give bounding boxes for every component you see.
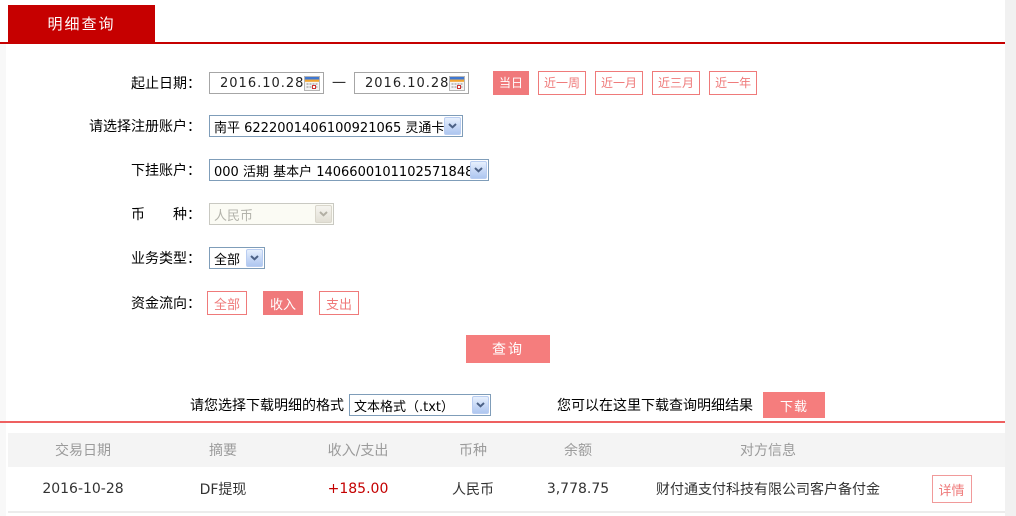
header-balance: 余额: [564, 443, 592, 459]
download-button[interactable]: 下载: [763, 392, 825, 418]
chevron-down-icon: [444, 117, 461, 135]
results-table: 交易日期 摘要 收入/支出 币种 余额 对方信息 2016-10-28 DF提现…: [0, 421, 1016, 513]
register-account-label: 请选择注册账户：: [89, 119, 201, 135]
download-format-select[interactable]: 文本格式（.txt）: [349, 394, 491, 416]
business-type-label: 业务类型：: [131, 251, 201, 267]
business-type-value: 全部: [214, 252, 241, 268]
header-income-expense: 收入/支出: [327, 443, 389, 459]
header-trade-date: 交易日期: [55, 443, 111, 459]
table-header-row: 交易日期 摘要 收入/支出 币种 余额 对方信息: [8, 433, 1005, 467]
flow-all-button[interactable]: 全部: [207, 291, 248, 315]
header-currency: 币种: [459, 443, 487, 459]
cell-counterparty: 财付通支付科技有限公司客户备付金: [656, 482, 880, 498]
currency-row: 币 种： 人民币: [0, 203, 1005, 225]
chevron-down-icon: [470, 161, 487, 179]
range-today-button[interactable]: 当日: [493, 71, 530, 95]
table-row: 2016-10-28 DF提现 +185.00 人民币 3,778.75 财付通…: [8, 467, 1005, 513]
sub-account-select[interactable]: 000 活期 基本户 1406600101102571848: [209, 159, 489, 181]
register-account-value: 南平 6222001406100921065 灵通卡: [214, 120, 444, 136]
calendar-icon[interactable]: [449, 75, 466, 91]
cell-balance: 3,778.75: [546, 481, 610, 497]
date-range-row: 起止日期： 2016.10.28 一 2016.10.28 当日 近一周 近一月…: [0, 71, 1005, 95]
business-type-row: 业务类型： 全部: [0, 247, 1005, 269]
currency-label: 币 种：: [131, 207, 201, 223]
download-row: 请您选择下载明细的格式 文本格式（.txt） 您可以在这里下载查询明细结果 下载: [0, 392, 1005, 418]
currency-value: 人民币: [214, 208, 254, 224]
start-date-input[interactable]: 2016.10.28: [209, 72, 324, 94]
range-quarter-button[interactable]: 近三月: [652, 71, 701, 95]
chevron-down-icon: [315, 205, 332, 223]
detail-button[interactable]: 详情: [931, 475, 972, 503]
date-range-label: 起止日期：: [131, 76, 201, 92]
query-button[interactable]: 查询: [466, 335, 550, 363]
cell-action: 详情: [898, 475, 1005, 503]
end-date-input[interactable]: 2016.10.28: [354, 72, 469, 94]
start-date-value: 2016.10.28: [220, 75, 305, 91]
query-form: 起止日期： 2016.10.28 一 2016.10.28 当日 近一周 近一月…: [0, 44, 1005, 418]
flow-income-button[interactable]: 收入: [263, 291, 304, 315]
cell-currency: 人民币: [452, 482, 494, 498]
download-format-label: 请您选择下载明细的格式: [190, 398, 344, 414]
calendar-icon[interactable]: [304, 75, 321, 91]
cell-trade-date: 2016-10-28: [42, 481, 124, 497]
tab-detail-query[interactable]: 明细查询: [8, 5, 155, 42]
download-hint: 您可以在这里下载查询明细结果: [557, 398, 753, 414]
download-format-value: 文本格式（.txt）: [354, 399, 455, 415]
sub-account-row: 下挂账户： 000 活期 基本户 1406600101102571848: [0, 159, 1005, 181]
chevron-down-icon: [472, 396, 489, 414]
register-account-select[interactable]: 南平 6222001406100921065 灵通卡: [209, 115, 463, 137]
cell-summary: DF提现: [199, 482, 247, 498]
register-account-row: 请选择注册账户： 南平 6222001406100921065 灵通卡: [0, 115, 1005, 137]
cell-amount: +185.00: [327, 481, 389, 497]
detail-query-page: 明细查询 起止日期： 2016.10.28 一 2016.10.28 当日 近一…: [0, 0, 1016, 516]
sub-account-label: 下挂账户：: [131, 163, 201, 179]
chevron-down-icon: [246, 249, 263, 267]
header-summary: 摘要: [209, 443, 237, 459]
business-type-select[interactable]: 全部: [209, 247, 265, 269]
range-year-button[interactable]: 近一年: [709, 71, 758, 95]
tab-bar: 明细查询: [8, 5, 155, 42]
fund-flow-row: 资金流向： 全部 收入 支出: [0, 291, 1005, 315]
range-month-button[interactable]: 近一月: [595, 71, 644, 95]
end-date-value: 2016.10.28: [365, 75, 450, 91]
currency-select: 人民币: [209, 203, 334, 225]
range-week-button[interactable]: 近一周: [538, 71, 587, 95]
sub-account-value: 000 活期 基本户 1406600101102571848: [214, 164, 470, 180]
flow-expense-button[interactable]: 支出: [319, 291, 360, 315]
date-range-separator: 一: [332, 76, 346, 92]
fund-flow-label: 资金流向：: [131, 296, 201, 312]
table-top-line: [0, 421, 1005, 423]
header-counterparty: 对方信息: [740, 443, 796, 459]
